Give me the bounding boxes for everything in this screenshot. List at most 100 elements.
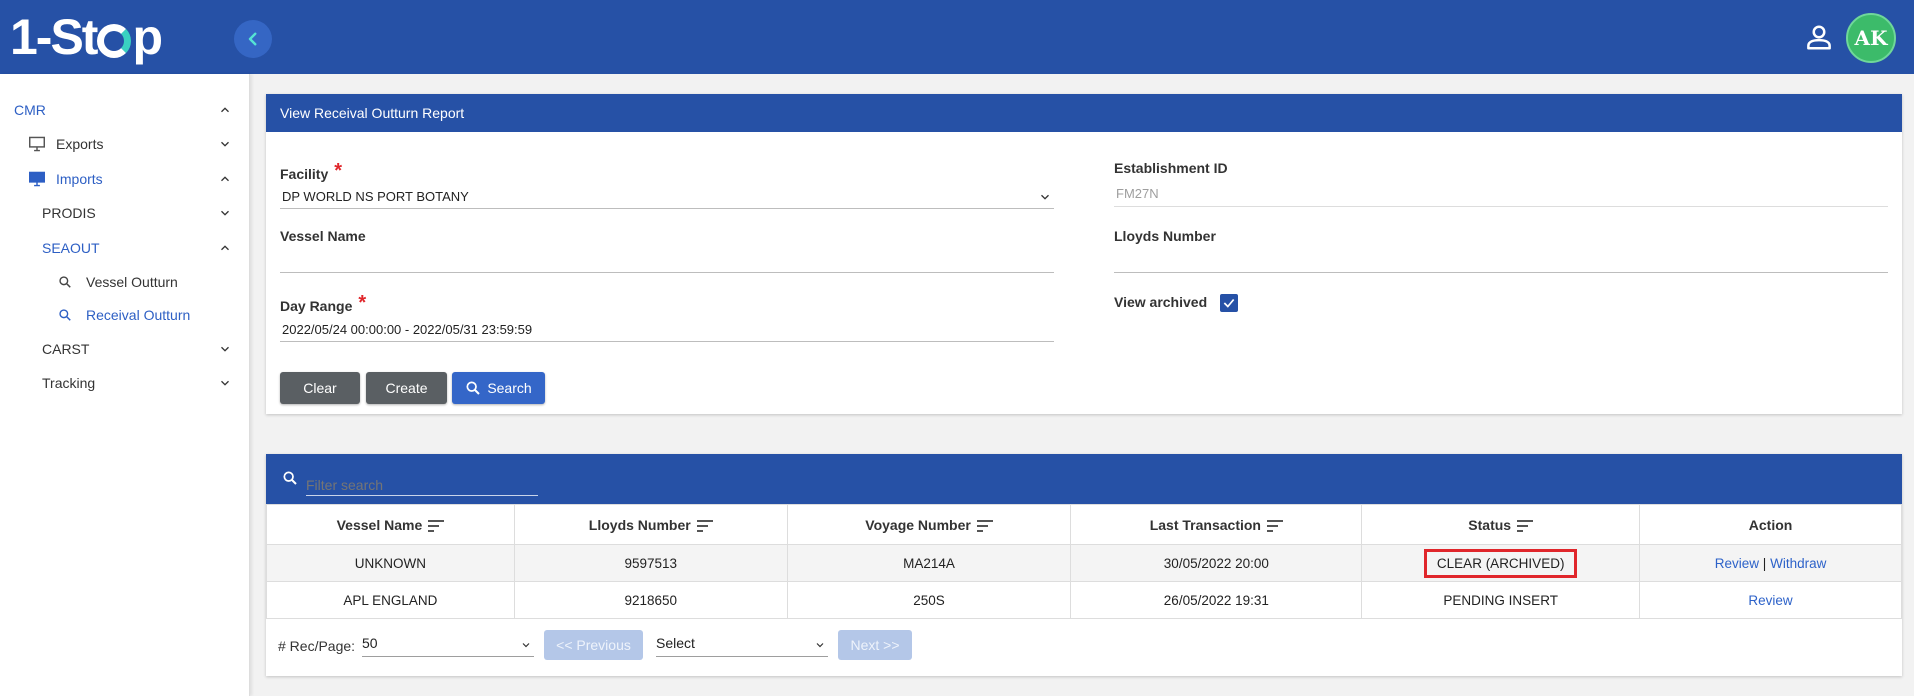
sidebar-item-tracking[interactable]: Tracking — [42, 371, 234, 395]
logo-o-mark — [97, 24, 132, 58]
chevron-down-icon — [816, 643, 824, 648]
sort-icon — [428, 519, 445, 532]
facility-label: Facility * — [280, 160, 343, 182]
sidebar-item-cmr[interactable]: CMR — [14, 98, 234, 122]
checkmark-icon — [1223, 298, 1235, 308]
day-range-input[interactable]: 2022/05/24 00:00:00 - 2022/05/31 23:59:5… — [282, 322, 532, 337]
monitor-icon — [29, 171, 45, 187]
collapse-sidebar-button[interactable] — [234, 20, 272, 58]
view-archived-label: View archived — [1114, 294, 1208, 310]
sidebar-item-carst[interactable]: CARST — [42, 337, 234, 361]
sort-icon — [696, 519, 713, 532]
action-separator: | — [1762, 555, 1767, 571]
chevron-down-icon — [218, 342, 232, 356]
form-title: View Receival Outturn Report — [266, 94, 1902, 132]
chevron-down-icon[interactable] — [1038, 190, 1052, 204]
page-select[interactable]: Select — [656, 635, 828, 657]
rec-per-page-select[interactable]: 50 — [362, 635, 534, 657]
chevron-up-icon — [218, 241, 232, 255]
column-vessel-name[interactable]: Vessel Name — [266, 504, 515, 545]
facility-underline — [280, 208, 1054, 209]
avatar[interactable]: AK — [1846, 13, 1896, 63]
establishment-underline — [1114, 206, 1888, 207]
establishment-id-label: Establishment ID — [1114, 160, 1228, 176]
search-button-label: Search — [487, 380, 532, 396]
chevron-down-icon — [218, 137, 232, 151]
chevron-up-icon — [218, 172, 232, 186]
cell-action: Review — [1639, 581, 1902, 619]
table-row[interactable]: UNKNOWN 9597513 MA214A 30/05/2022 20:00 … — [266, 544, 1902, 582]
cell-action: Review | Withdraw — [1639, 544, 1902, 582]
cell-lloyds-number: 9597513 — [513, 544, 788, 582]
sidebar-item-seaout[interactable]: SEAOUT — [42, 236, 234, 260]
logo-text-end: p — [132, 9, 163, 65]
next-page-button[interactable]: Next >> — [838, 630, 912, 660]
withdraw-link[interactable]: Withdraw — [1770, 556, 1826, 571]
table-row[interactable]: APL ENGLAND 9218650 250S 26/05/2022 19:3… — [266, 581, 1902, 619]
sidebar-item-label: Tracking — [42, 375, 96, 391]
cell-last-transaction: 26/05/2022 19:31 — [1070, 581, 1363, 619]
sidebar-item-label: Exports — [56, 136, 104, 152]
lloyds-number-input[interactable] — [1116, 250, 1886, 268]
cell-vessel-name: APL ENGLAND — [266, 581, 515, 619]
search-button[interactable]: Search — [452, 372, 545, 404]
chevron-left-icon — [248, 32, 257, 46]
view-archived-checkbox[interactable] — [1220, 294, 1238, 312]
page-select-value: Select — [656, 635, 695, 651]
column-status[interactable]: Status — [1361, 504, 1641, 545]
rec-per-page-value: 50 — [362, 635, 378, 651]
app-logo[interactable]: 1-St p — [10, 9, 163, 65]
review-link[interactable]: Review — [1748, 593, 1792, 608]
sidebar-item-exports[interactable]: Exports — [28, 132, 234, 156]
cell-lloyds-number: 9218650 — [513, 581, 788, 619]
facility-select[interactable]: DP WORLD NS PORT BOTANY — [282, 189, 469, 204]
sort-icon — [1517, 519, 1534, 532]
report-form-card: View Receival Outturn Report Facility * D… — [266, 94, 1902, 414]
sidebar-item-imports[interactable]: Imports — [28, 167, 234, 191]
search-icon — [466, 381, 481, 395]
vessel-name-underline — [280, 272, 1054, 273]
cell-voyage-number: MA214A — [786, 544, 1072, 582]
cell-last-transaction: 30/05/2022 20:00 — [1070, 544, 1363, 582]
search-icon — [283, 471, 297, 485]
column-last-transaction[interactable]: Last Transaction — [1070, 504, 1363, 545]
previous-page-button[interactable]: << Previous — [544, 630, 643, 660]
vessel-name-label: Vessel Name — [280, 228, 366, 244]
sort-icon — [976, 519, 993, 532]
search-icon — [59, 276, 71, 288]
results-toolbar — [266, 454, 1902, 504]
column-action: Action — [1639, 504, 1902, 545]
cell-voyage-number: 250S — [786, 581, 1072, 619]
sidebar: CMR Exports Imports PRODIS SEAOUT Vessel… — [0, 74, 250, 696]
search-icon — [59, 309, 71, 321]
establishment-id-input: FM27N — [1116, 186, 1159, 201]
chevron-up-icon — [218, 103, 232, 117]
top-header: 1-St p AK — [0, 0, 1914, 74]
sidebar-item-vessel-outturn[interactable]: Vessel Outturn — [58, 270, 234, 294]
day-range-underline — [280, 341, 1054, 342]
cell-vessel-name: UNKNOWN — [266, 544, 515, 582]
sidebar-item-receival-outturn[interactable]: Receival Outturn — [58, 303, 234, 327]
required-marker: * — [334, 160, 343, 182]
sidebar-item-prodis[interactable]: PRODIS — [42, 201, 234, 225]
cell-status: CLEAR (ARCHIVED) — [1361, 544, 1641, 582]
filter-search-input[interactable] — [306, 474, 538, 496]
column-lloyds-number[interactable]: Lloyds Number — [513, 504, 788, 545]
sidebar-item-label: CMR — [14, 102, 46, 118]
status-badge: CLEAR (ARCHIVED) — [1423, 548, 1578, 578]
user-icon[interactable] — [1804, 22, 1834, 52]
sidebar-item-label: CARST — [42, 341, 90, 357]
sidebar-item-label: Vessel Outturn — [86, 274, 178, 290]
sidebar-item-label: PRODIS — [42, 205, 96, 221]
create-button[interactable]: Create — [366, 372, 447, 404]
clear-button[interactable]: Clear — [280, 372, 360, 404]
monitor-icon — [29, 136, 45, 152]
logo-text: 1-St — [10, 9, 98, 65]
lloyds-number-label: Lloyds Number — [1114, 228, 1216, 244]
sidebar-item-label: SEAOUT — [42, 240, 100, 256]
rec-per-page-label: # Rec/Page: — [278, 638, 356, 654]
review-link[interactable]: Review — [1715, 556, 1759, 571]
column-voyage-number[interactable]: Voyage Number — [786, 504, 1072, 545]
vessel-name-input[interactable] — [282, 250, 1052, 268]
required-marker: * — [358, 292, 367, 314]
